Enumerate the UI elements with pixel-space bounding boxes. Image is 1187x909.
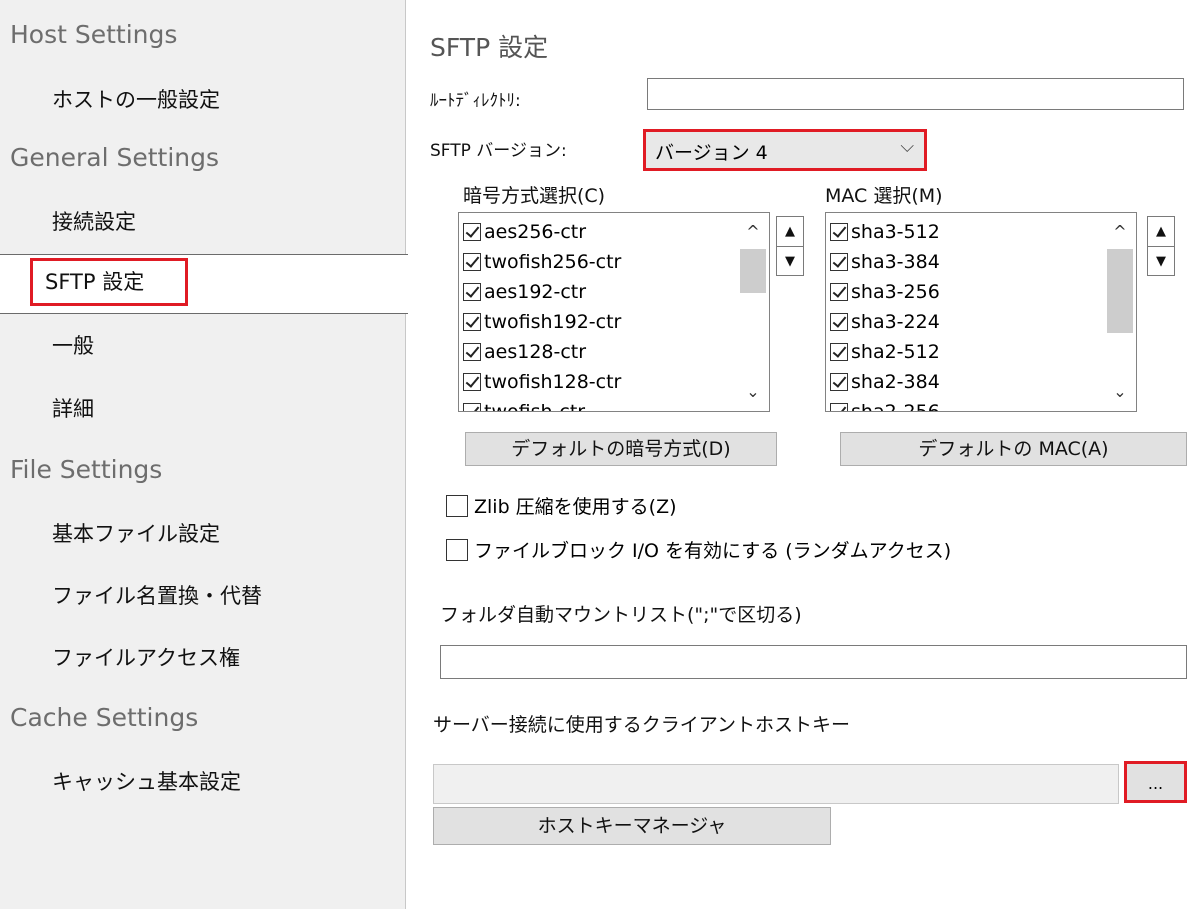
checkbox[interactable]: [830, 223, 848, 241]
list-item[interactable]: sha3-224: [830, 307, 940, 337]
fileblock-label: ファイルブロック I/O を有効にする (ランダムアクセス): [474, 540, 952, 562]
sidebar-item-advanced[interactable]: 詳細: [52, 393, 94, 423]
move-down-icon[interactable]: ▼: [1148, 247, 1174, 276]
move-down-icon[interactable]: ▼: [777, 247, 803, 276]
sidebar-item-general[interactable]: 一般: [52, 330, 94, 360]
checkbox[interactable]: [463, 253, 481, 271]
list-item-label: sha3-256: [851, 281, 940, 303]
list-item[interactable]: aes192-ctr: [463, 277, 586, 307]
root-dir-input[interactable]: [647, 78, 1184, 110]
scroll-down-icon[interactable]: ⌄: [1106, 379, 1134, 405]
browse-hostkey-button[interactable]: ...: [1124, 761, 1187, 803]
scroll-down-icon[interactable]: ⌄: [739, 379, 767, 405]
section-file-settings: File Settings: [10, 455, 163, 484]
list-item-label: twofish192-ctr: [484, 311, 622, 333]
list-item-label: aes192-ctr: [484, 281, 587, 303]
page-title: SFTP 設定: [430, 33, 549, 62]
checkbox[interactable]: [830, 283, 848, 301]
move-up-icon[interactable]: ▲: [1148, 217, 1174, 247]
scroll-up-icon[interactable]: ^: [1106, 219, 1134, 245]
fileblock-checkbox[interactable]: [446, 538, 468, 561]
section-host-settings: Host Settings: [10, 20, 178, 49]
sidebar-item-connection[interactable]: 接続設定: [52, 206, 136, 236]
zlib-checkbox[interactable]: [446, 494, 468, 517]
move-up-icon[interactable]: ▲: [777, 217, 803, 247]
cipher-scrollbar[interactable]: ^ ⌄: [739, 215, 767, 409]
sidebar-item-file-permissions[interactable]: ファイルアクセス権: [52, 642, 240, 672]
checkbox[interactable]: [463, 343, 481, 361]
sidebar-item-cache-basic[interactable]: キャッシュ基本設定: [52, 766, 241, 796]
hostkey-input[interactable]: [433, 764, 1119, 804]
hostkey-manager-button[interactable]: ホストキーマネージャ: [433, 807, 831, 845]
list-item-label: aes128-ctr: [484, 341, 587, 363]
mac-label: MAC 選択(M): [825, 185, 943, 207]
section-general-settings: General Settings: [10, 143, 220, 172]
checkbox[interactable]: [830, 403, 848, 411]
checkbox[interactable]: [830, 373, 848, 391]
list-item-label: twofish-ctr: [484, 401, 586, 412]
cipher-order-spinner[interactable]: ▲ ▼: [776, 216, 804, 276]
cipher-list[interactable]: aes256-ctr twofish256-ctr aes192-ctr two…: [458, 212, 770, 412]
chevron-down-icon: ⌵: [900, 136, 914, 157]
hostkey-label: サーバー接続に使用するクライアントホストキー: [433, 714, 851, 736]
scroll-up-icon[interactable]: ^: [739, 219, 767, 245]
sidebar-item-sftp-label[interactable]: SFTP 設定: [30, 258, 188, 306]
checkbox[interactable]: [830, 343, 848, 361]
list-item-label: aes256-ctr: [484, 221, 587, 243]
zlib-option[interactable]: Zlib 圧縮を使用する(Z): [446, 492, 677, 519]
zlib-label: Zlib 圧縮を使用する(Z): [474, 496, 677, 518]
list-item[interactable]: twofish128-ctr: [463, 367, 621, 397]
list-item-label: sha2-384: [851, 371, 940, 393]
list-item[interactable]: twofish-ctr: [463, 397, 586, 412]
list-item-label: sha3-512: [851, 221, 940, 243]
list-item-label: sha3-384: [851, 251, 940, 273]
cipher-label: 暗号方式選択(C): [463, 185, 606, 207]
sidebar-item-basic-file[interactable]: 基本ファイル設定: [52, 518, 220, 548]
checkbox[interactable]: [463, 373, 481, 391]
list-item-label: sha2-256: [851, 401, 940, 412]
scroll-thumb[interactable]: [1107, 249, 1133, 333]
list-item[interactable]: sha2-256: [830, 397, 940, 412]
checkbox[interactable]: [463, 313, 481, 331]
list-item[interactable]: sha3-256: [830, 277, 940, 307]
list-item-label: sha2-512: [851, 341, 940, 363]
list-item-label: twofish256-ctr: [484, 251, 622, 273]
mac-order-spinner[interactable]: ▲ ▼: [1147, 216, 1175, 276]
fileblock-option[interactable]: ファイルブロック I/O を有効にする (ランダムアクセス): [446, 536, 951, 563]
sftp-version-select[interactable]: バージョン 4 ⌵: [643, 129, 927, 171]
mac-scrollbar[interactable]: ^ ⌄: [1106, 215, 1134, 409]
list-item[interactable]: twofish192-ctr: [463, 307, 621, 337]
default-cipher-button[interactable]: デフォルトの暗号方式(D): [465, 432, 777, 466]
list-item[interactable]: sha3-512: [830, 217, 940, 247]
sidebar-item-filename-replace[interactable]: ファイル名置換・代替: [52, 580, 262, 610]
list-item[interactable]: aes128-ctr: [463, 337, 586, 367]
sftp-version-label: SFTP バージョン:: [430, 141, 567, 161]
checkbox[interactable]: [830, 253, 848, 271]
sidebar-item-host-general[interactable]: ホストの一般設定: [52, 84, 220, 114]
list-item-label: sha3-224: [851, 311, 940, 333]
list-item[interactable]: aes256-ctr: [463, 217, 586, 247]
mac-list[interactable]: sha3-512 sha3-384 sha3-256 sha3-224 sha2…: [825, 212, 1137, 412]
list-item[interactable]: twofish256-ctr: [463, 247, 621, 277]
root-dir-label: ﾙｰﾄﾃﾞｨﾚｸﾄﾘ:: [430, 91, 521, 111]
checkbox[interactable]: [463, 283, 481, 301]
list-item[interactable]: sha2-512: [830, 337, 940, 367]
automount-label: フォルダ自動マウントリスト(";"で区切る): [440, 604, 802, 626]
default-mac-button[interactable]: デフォルトの MAC(A): [840, 432, 1187, 466]
list-item[interactable]: sha2-384: [830, 367, 940, 397]
scroll-thumb[interactable]: [740, 249, 766, 293]
list-item-label: twofish128-ctr: [484, 371, 622, 393]
checkbox[interactable]: [830, 313, 848, 331]
section-cache-settings: Cache Settings: [10, 703, 199, 732]
list-item[interactable]: sha3-384: [830, 247, 940, 277]
checkbox[interactable]: [463, 403, 481, 411]
automount-input[interactable]: [440, 645, 1187, 679]
sftp-version-value: バージョン 4: [655, 142, 768, 164]
checkbox[interactable]: [463, 223, 481, 241]
